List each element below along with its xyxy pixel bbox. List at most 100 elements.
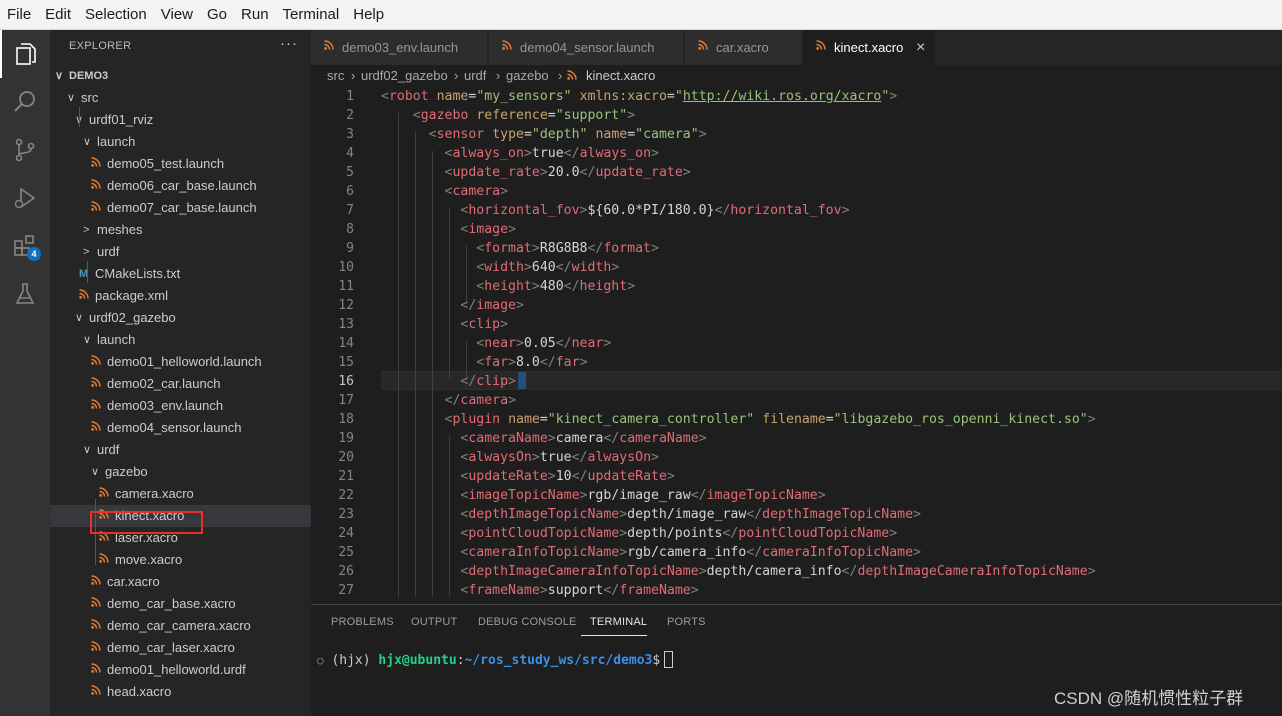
breadcrumb-item[interactable]: urdf02_gazebo [361,65,448,87]
tree-item-demo01-helloworld-urdf[interactable]: demo01_helloworld.urdf [50,659,311,681]
menu-item-file[interactable]: File [0,0,38,30]
tree-item-label: CMakeLists.txt [95,266,181,281]
tree-item-cmakelists-txt[interactable]: M CMakeLists.txt [50,263,311,285]
line-number: 10 [338,260,354,275]
panel-tab-ports[interactable]: PORTS [667,616,706,628]
tree-item-demo01-helloworld-launch[interactable]: demo01_helloworld.launch [50,351,311,373]
rss-file-icon [91,175,103,197]
tree-item-head-xacro[interactable]: head.xacro [50,681,311,703]
rss-file-icon [91,571,103,593]
code-line: <depthImageCameraInfoTopicName>depth/cam… [460,564,1096,579]
tree-item-meshes[interactable]: > meshes [50,219,311,241]
panel-tab-problems[interactable]: PROBLEMS [331,616,394,628]
rss-file-icon [698,30,708,65]
code-line: <gazebo reference="support"> [412,108,636,123]
line-number: 16 [338,374,354,389]
tree-item-demo04-sensor-launch[interactable]: demo04_sensor.launch [50,417,311,439]
rss-file-icon [91,395,103,417]
extensions-icon[interactable]: 4 [0,222,50,270]
close-icon[interactable]: × [916,30,925,65]
tree-item-src[interactable]: ∨ src [50,87,311,109]
tree-item-label: demo_car_camera.xacro [107,618,251,633]
search-icon[interactable] [0,78,50,126]
terminal-prompt-symbol: $ [652,653,661,668]
menu-item-edit[interactable]: Edit [38,0,78,30]
tree-item-urdf01-rviz[interactable]: ∨urdf01_rviz [50,109,311,131]
tree-item-urdf[interactable]: > urdf [50,241,311,263]
panel-tab-debug-console[interactable]: DEBUG CONSOLE [478,616,577,628]
tab-car-xacro[interactable]: car.xacro [685,30,802,65]
explorer-icon[interactable] [0,30,50,78]
rss-file-icon [816,30,826,65]
tab-kinect-xacro[interactable]: kinect.xacro × [803,30,936,65]
code-line: <cameraInfoTopicName>rgb/camera_info</ca… [460,545,921,560]
menu-item-selection[interactable]: Selection [78,0,154,30]
tree-item-label: urdf [97,442,120,457]
tree-item-label: demo03_env.launch [107,398,224,413]
tree-item-demo-car-base-xacro[interactable]: demo_car_base.xacro [50,593,311,615]
line-number: 14 [338,336,354,351]
breadcrumb-item[interactable]: kinect.xacro [586,65,655,87]
menu-item-go[interactable]: Go [200,0,234,30]
tree-item-urdf[interactable]: ∨ urdf [50,439,311,461]
tree-item-label: gazebo [105,464,148,479]
tree-item-label: demo07_car_base.launch [107,200,257,215]
line-number: 6 [346,184,354,199]
menu-item-view[interactable]: View [154,0,200,30]
testing-flask-icon[interactable] [0,270,50,318]
code-line: <image> [460,222,517,237]
activity-bar: 4 [0,30,50,716]
tree-item-demo3[interactable]: ∨ DEMO3 [50,65,311,87]
breadcrumb-item[interactable]: gazebo [506,65,549,87]
code-line: <alwaysOn>true</alwaysOn> [460,450,659,465]
tree-item-demo05-test-launch[interactable]: demo05_test.launch [50,153,311,175]
breadcrumb-separator-icon: › [496,68,501,83]
tree-item-gazebo[interactable]: ∨ gazebo [50,461,311,483]
tree-item-demo-car-camera-xacro[interactable]: demo_car_camera.xacro [50,615,311,637]
panel-tab-output[interactable]: OUTPUT [411,616,457,628]
tree-item-move-xacro[interactable]: move.xacro [50,549,311,571]
rss-file-icon [502,30,512,65]
code-line: <format>R8G8B8</format> [476,241,659,256]
tree-item-package-xml[interactable]: package.xml [50,285,311,307]
tree-item-urdf02-gazebo[interactable]: ∨ urdf02_gazebo [50,307,311,329]
run-debug-icon[interactable] [0,174,50,222]
tab-demo03-env-launch[interactable]: demo03_env.launch [311,30,488,65]
source-control-icon[interactable] [0,126,50,174]
rss-file-icon [91,681,103,703]
explorer-sidebar: EXPLORER ··· ∨DEMO3∨src∨urdf01_rviz∨laun… [50,30,311,716]
tree-item-car-xacro[interactable]: car.xacro [50,571,311,593]
tree-item-demo06-car-base-launch[interactable]: demo06_car_base.launch [50,175,311,197]
tree-item-launch[interactable]: ∨ launch [50,329,311,351]
tree-item-demo-car-laser-xacro[interactable]: demo_car_laser.xacro [50,637,311,659]
menu-item-run[interactable]: Run [234,0,276,30]
panel-tab-terminal[interactable]: TERMINAL [590,616,647,628]
tree-item-camera-xacro[interactable]: camera.xacro [50,483,311,505]
menu-item-help[interactable]: Help [346,0,391,30]
breadcrumb-item[interactable]: src [327,65,344,87]
chevron-down-icon: ∨ [67,92,76,104]
rss-file-icon [91,153,103,175]
tree-item-launch[interactable]: ∨ launch [50,131,311,153]
tree-item-label: demo01_helloworld.launch [107,354,262,369]
breadcrumb-separator-icon: › [558,68,563,83]
active-panel-tab-underline [581,635,647,636]
chevron-down-icon: ∨ [55,70,64,82]
code-editor[interactable]: 1 <robot name="my_sensors" xmlns:xacro="h… [311,87,1282,604]
code-line: <width>640</width> [476,260,620,275]
tab-label: car.xacro [716,40,769,55]
code-line: <frameName>support</frameName> [460,583,699,598]
tree-item-demo02-car-launch[interactable]: demo02_car.launch [50,373,311,395]
line-number: 22 [338,488,354,503]
tree-item-label: demo_car_laser.xacro [107,640,235,655]
rss-file-icon [79,285,91,307]
tree-item-demo07-car-base-launch[interactable]: demo07_car_base.launch [50,197,311,219]
breadcrumb-item[interactable]: urdf [464,65,486,87]
line-number: 9 [346,241,354,256]
tree-item-demo03-env-launch[interactable]: demo03_env.launch [50,395,311,417]
tab-demo04-sensor-launch[interactable]: demo04_sensor.launch [489,30,684,65]
terminal-prompt[interactable]: ○ (hjx) hjx@ubuntu:~/ros_study_ws/src/de… [317,651,674,670]
line-number: 13 [338,317,354,332]
menu-item-terminal[interactable]: Terminal [276,0,347,30]
more-actions-icon[interactable]: ··· [280,35,298,52]
